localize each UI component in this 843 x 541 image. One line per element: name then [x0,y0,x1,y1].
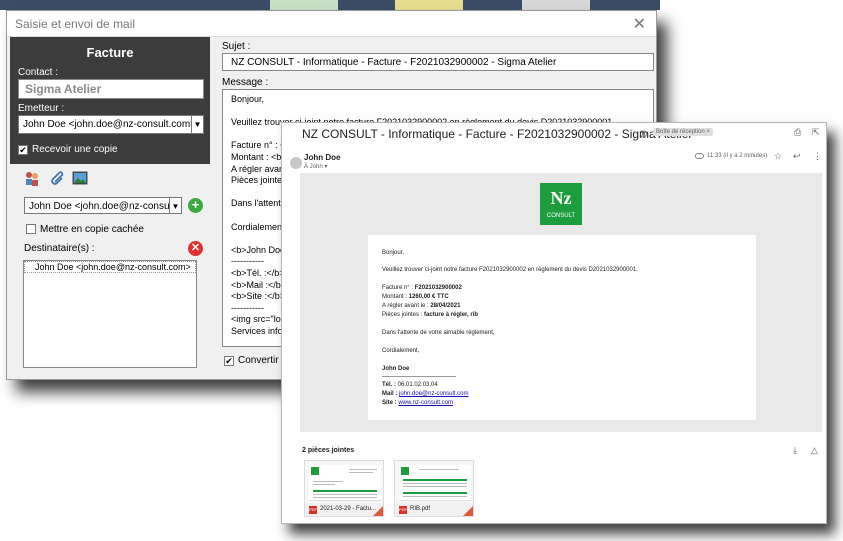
recipients-list[interactable]: John Doe <john.doe@nz-consult.com> [23,260,197,368]
recipients-label: Destinataire(s) : [24,243,95,254]
background-app-tab [522,0,590,10]
important-marker-icon[interactable] [640,130,648,138]
image-icon[interactable] [72,170,88,186]
signature-name: John Doe [382,366,410,372]
background-app-tab [270,0,338,10]
attachments-line: Pièces jointes : facture à régler, rib [382,312,479,318]
open-new-window-icon[interactable]: ⇱ [812,127,820,138]
subject-label: Sujet : [222,41,251,52]
background-app-tab [395,0,463,10]
close-icon[interactable]: ✕ [633,14,646,34]
window-title: Saisie et envoi de mail [15,17,136,31]
attachment-card[interactable]: PDF RIB.pdf [394,460,474,517]
pdf-corner-icon [463,506,473,516]
email-preview-window: NZ CONSULT - Informatique - Facture - F2… [281,122,827,524]
email-intro: Veuillez trouver ci-joint notre facture … [382,267,638,273]
pdf-icon: PDF [309,506,317,514]
star-icon[interactable]: ☆ [774,151,782,162]
print-icon[interactable]: ⎙ [794,127,801,138]
email-greeting: Bonjour, [382,250,405,256]
amount-line: Montant : 1260,00 € TTC [382,294,449,300]
attachment-name: 2021-03-29 - Factu... [320,506,377,512]
download-all-icon[interactable]: ⤓ [793,445,797,456]
message-line: Bonjour, [231,94,265,104]
logo-subtext: CONSULT [546,213,576,219]
site-line: Site : www.nz-consult.com [382,400,454,406]
pdf-corner-icon [373,506,383,516]
mail-link[interactable]: john.doe@nz-consult.com [399,391,468,397]
chevron-down-icon[interactable]: ▼ [169,198,181,213]
more-options-icon[interactable]: ⋮ [813,151,822,162]
sender-select[interactable]: John Doe <john.doe@nz-consult.com> ▼ [18,115,204,134]
attachment-name: RIB.pdf [410,506,431,512]
mail-line: Mail : john.doe@nz-consult.com [382,391,469,397]
contact-label: Contact : [18,67,59,78]
recipient-select-value: John Doe <john.doe@nz-consult.com> [29,201,181,212]
message-label: Message : [222,77,269,88]
email-card: Bonjour, Veuillez trouver ci-joint notre… [368,235,756,420]
avatar [290,157,302,169]
attachment-thumbnail [399,465,471,501]
site-link[interactable]: www.nz-consult.com [398,400,453,406]
bcc-checkbox[interactable] [26,224,36,234]
logo-text: Nz [550,188,572,208]
contact-field[interactable]: Sigma Atelier [18,79,204,99]
pdf-icon: PDF [399,506,407,514]
message-line [231,106,645,118]
due-date-line: A régler avant le : 28/04/2021 [382,303,461,309]
thumbnail-logo [311,467,319,475]
contacts-icon[interactable] [24,170,40,186]
paperclip-icon[interactable] [48,170,64,186]
recipient-select[interactable]: John Doe <john.doe@nz-consult.com> ▼ [24,197,182,214]
sender-name: John Doe [304,153,341,162]
invoice-line: Facture n° : F2021032900002 [382,285,462,291]
waiting-line: Dans l'attente de votre aimable règlemen… [382,330,495,336]
phone-line: Tél. : 06.01.02.03.04 [382,382,438,388]
panel-heading: Facture [86,45,134,60]
add-recipient-button[interactable]: + [188,198,203,213]
list-item[interactable]: John Doe <john.doe@nz-consult.com> [24,261,196,273]
email-subject: NZ CONSULT - Informatique - Facture - F2… [302,127,693,141]
recipient-dropdown[interactable]: À John ▾ [304,163,327,170]
attachment-icon [695,153,704,159]
sender-label: Emetteur : [18,103,65,114]
signature-divider [382,376,456,377]
subject-input[interactable]: NZ CONSULT - Informatique - Facture - F2… [222,53,654,71]
thumbnail-logo [401,467,409,475]
receive-copy-label: Recevoir une copie [32,144,118,155]
attachment-card[interactable]: PDF 2021-03-29 - Factu... [304,460,384,517]
convert-checkbox[interactable]: ✔ [224,356,234,366]
regards-line: Cordialement, [382,348,420,354]
reply-icon[interactable]: ↩ [793,151,801,162]
email-timestamp: 11:33 (il y a 2 minutes) [707,153,768,159]
attachment-thumbnail [309,465,381,501]
inbox-label-chip[interactable]: Boîte de réception × [653,128,713,136]
sender-select-value: John Doe <john.doe@nz-consult.com> [23,119,197,130]
window-titlebar: Saisie et envoi de mail ✕ [7,11,656,37]
attachments-title: 2 pièces jointes [302,447,355,454]
save-to-drive-icon[interactable]: △ [811,445,818,456]
receive-copy-checkbox[interactable]: ✔ [18,145,28,155]
email-body: Nz CONSULT Bonjour, Veuillez trouver ci-… [300,173,822,432]
chevron-down-icon[interactable]: ▼ [191,116,203,133]
nz-consult-logo: Nz CONSULT [540,183,582,225]
remove-recipient-button[interactable]: ✕ [188,241,203,256]
bcc-label: Mettre en copie cachée [40,224,144,235]
